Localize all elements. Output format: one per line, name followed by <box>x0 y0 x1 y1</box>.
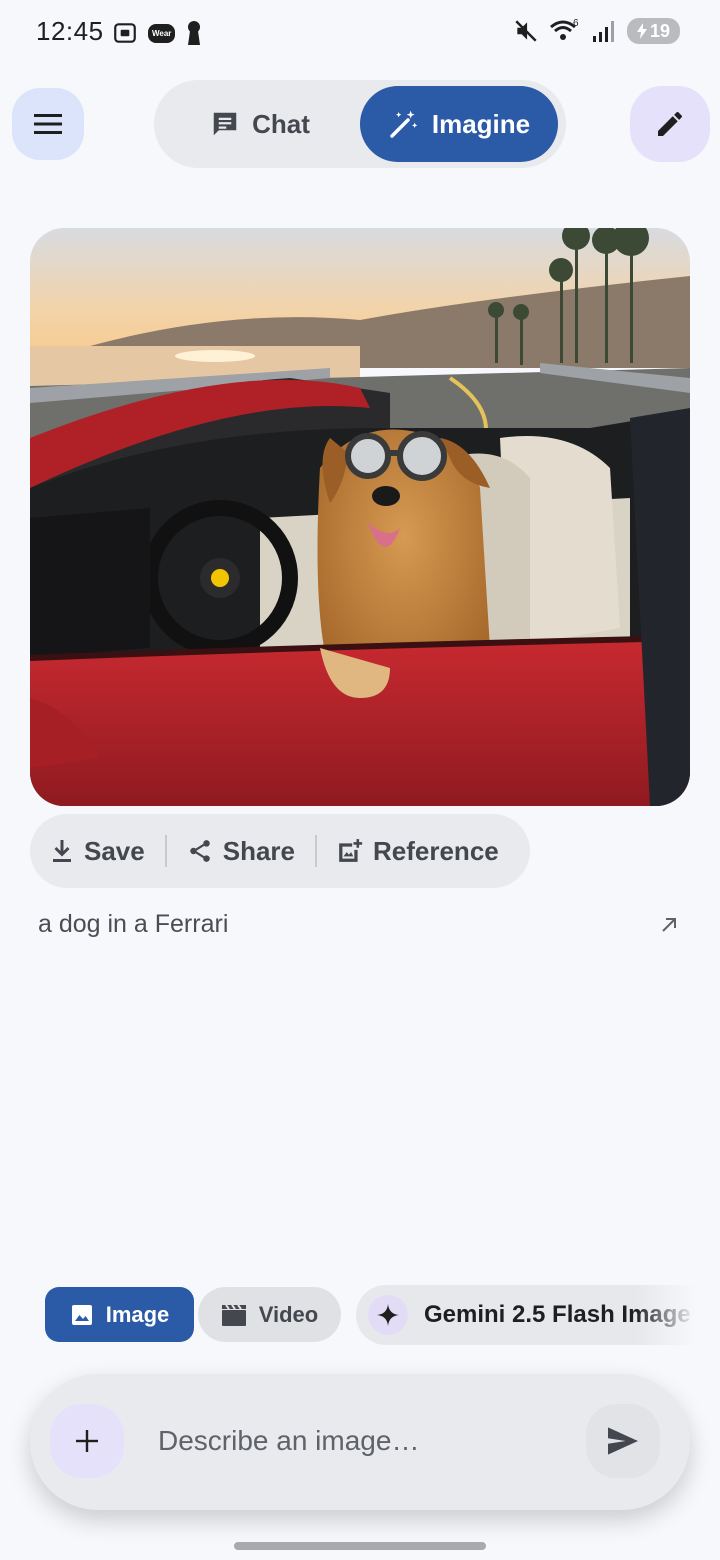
image-action-bar: Save Share Reference <box>30 814 530 888</box>
charging-bolt-icon <box>636 23 647 39</box>
share-button[interactable]: Share <box>167 836 315 867</box>
reference-label: Reference <box>373 835 499 866</box>
pencil-icon <box>658 112 682 136</box>
plus-icon <box>76 1430 98 1452</box>
add-photo-icon <box>339 839 363 862</box>
image-chip-label: Image <box>105 1301 170 1327</box>
status-right-icons: 6 19 <box>513 18 680 44</box>
prompt-input[interactable] <box>156 1418 560 1464</box>
send-icon <box>608 1427 638 1455</box>
add-button[interactable] <box>50 1404 124 1478</box>
battery-level: 19 <box>649 20 670 41</box>
mute-icon <box>515 20 537 42</box>
tab-imagine[interactable]: Imagine <box>360 86 558 162</box>
send-button[interactable] <box>586 1404 660 1478</box>
generated-image[interactable] <box>30 228 690 806</box>
tab-imagine-label: Imagine <box>431 108 531 139</box>
menu-button[interactable] <box>12 88 84 160</box>
north-east-arrow-icon[interactable] <box>658 914 680 941</box>
video-mode-chip[interactable]: Video <box>198 1287 341 1342</box>
tab-chat-label: Chat <box>252 108 310 139</box>
hamburger-menu-icon <box>34 114 62 134</box>
video-clapper-icon <box>221 1303 246 1326</box>
keyhole-icon <box>188 21 201 45</box>
mode-toggle: Chat Imagine <box>154 80 566 168</box>
wifi-icon: 6 <box>550 18 579 40</box>
home-indicator[interactable] <box>234 1542 486 1550</box>
sparkle-icon <box>368 1295 408 1335</box>
wifi-badge: 6 <box>573 18 579 29</box>
image-icon <box>71 1304 92 1325</box>
image-mode-chip[interactable]: Image <box>45 1287 194 1342</box>
download-icon <box>53 840 71 862</box>
screenshot-icon <box>114 23 136 43</box>
new-chat-button[interactable] <box>630 86 710 162</box>
generated-image-illustration <box>30 228 690 806</box>
prompt-text: a dog in a Ferrari <box>38 910 229 938</box>
cell-signal-icon <box>592 21 614 42</box>
reference-button[interactable]: Reference <box>317 836 519 867</box>
wear-icon: Wear <box>148 23 176 43</box>
battery-indicator: 19 <box>626 18 680 44</box>
save-button[interactable]: Save <box>30 836 165 867</box>
video-chip-label: Video <box>258 1301 319 1327</box>
share-label: Share <box>222 835 295 866</box>
status-time: 12:45 <box>36 16 104 46</box>
share-icon <box>189 840 210 862</box>
tab-chat[interactable]: Chat <box>162 86 358 162</box>
magic-wand-icon <box>390 110 418 138</box>
save-label: Save <box>84 835 145 866</box>
chat-bubble-icon <box>213 112 237 136</box>
status-left-icons: Wear <box>112 20 203 46</box>
composer <box>30 1374 690 1510</box>
model-chip-fade <box>636 1285 696 1345</box>
